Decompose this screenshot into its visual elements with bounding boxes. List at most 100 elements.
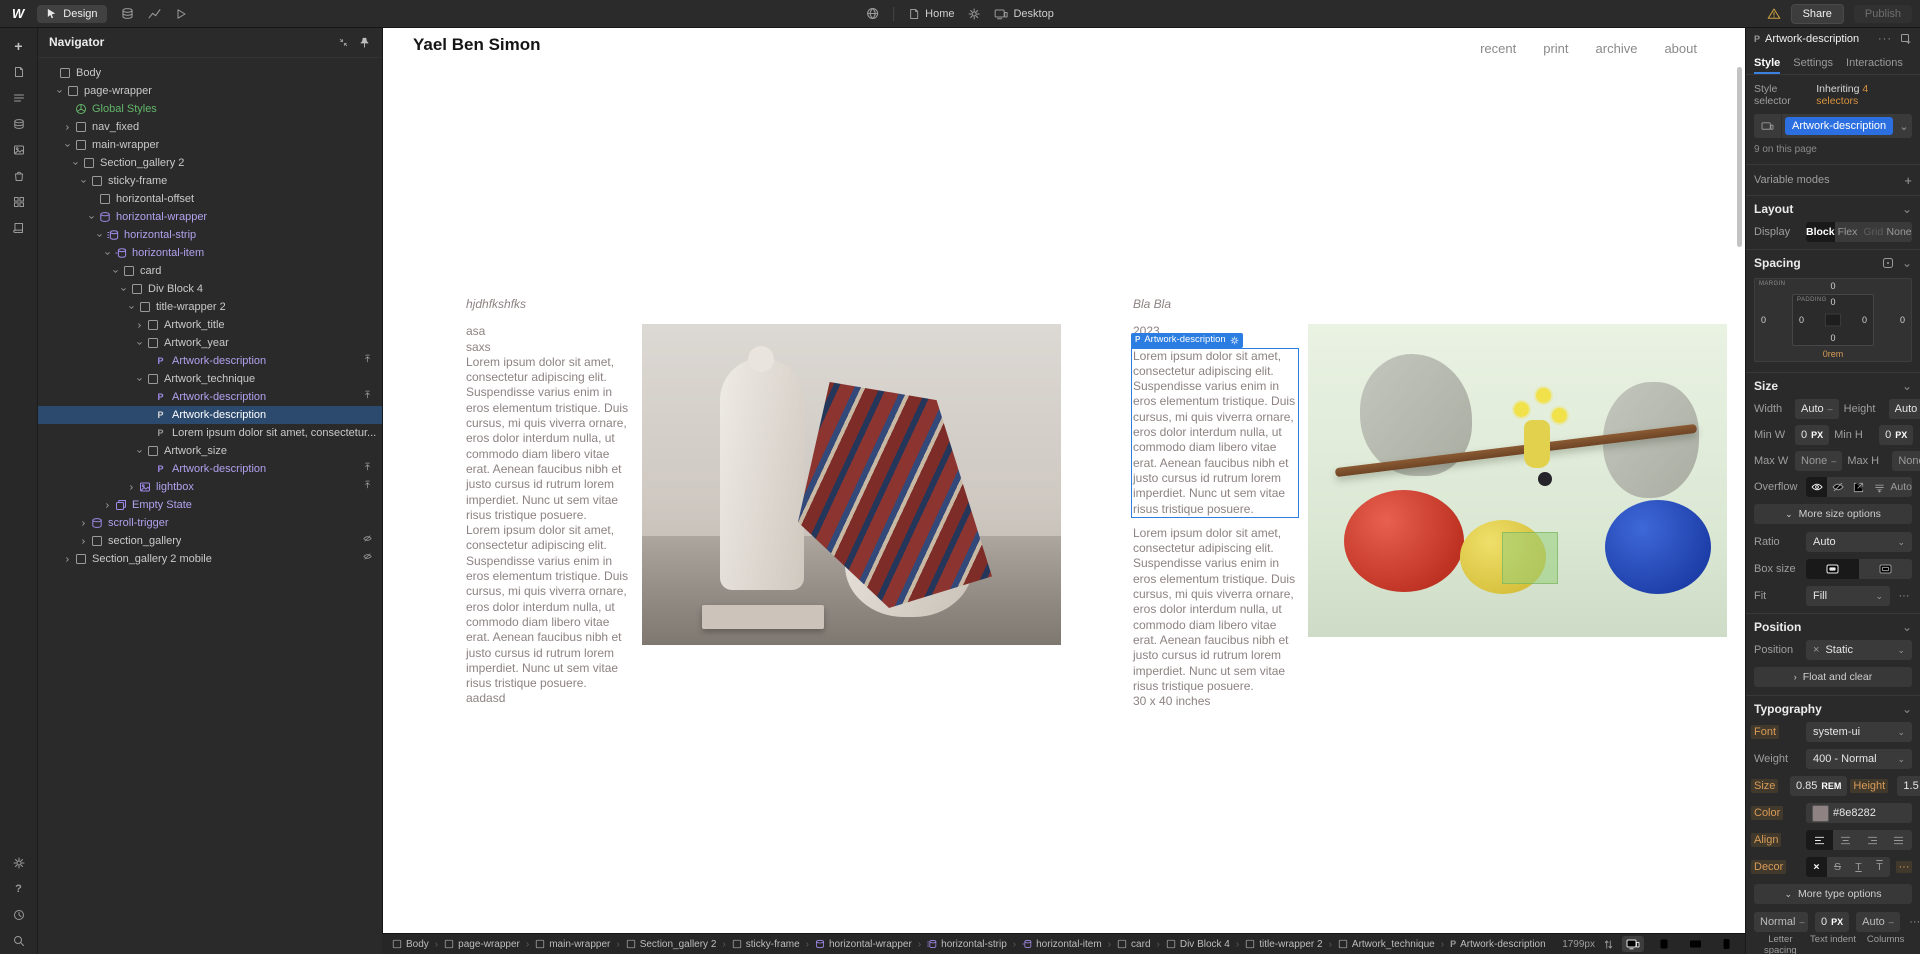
search-icon[interactable] xyxy=(6,928,32,954)
breakpoint-selector[interactable]: Desktop xyxy=(994,8,1054,20)
navigator-item-body[interactable]: Body xyxy=(37,64,382,82)
design-mode-button[interactable]: Design xyxy=(37,4,107,23)
min-width-input[interactable]: 0 PX xyxy=(1795,425,1830,445)
display-flex-option[interactable]: Flex xyxy=(1835,222,1861,242)
text-indent-input[interactable]: 0 PX xyxy=(1815,912,1850,932)
spacing-collapse-chevron-icon[interactable]: ⌄ xyxy=(1902,256,1912,270)
navigator-item-horizontal-strip[interactable]: horizontal-strip xyxy=(37,226,382,244)
class-pill[interactable]: Artwork-description xyxy=(1785,117,1893,135)
align-center-icon[interactable] xyxy=(1833,830,1860,850)
breadcrumb-item-horizontal-item[interactable]: horizontal-item xyxy=(1020,939,1104,950)
device-phone-button[interactable] xyxy=(1715,936,1737,952)
size-collapse-chevron-icon[interactable]: ⌄ xyxy=(1902,379,1912,393)
columns-more-button[interactable]: ··· xyxy=(1907,916,1920,928)
chevron-down-icon[interactable] xyxy=(125,304,137,311)
decoration-none-icon[interactable]: × xyxy=(1806,857,1827,877)
chevron-right-icon[interactable] xyxy=(61,124,73,131)
min-height-input[interactable]: 0 PX xyxy=(1879,425,1914,445)
breadcrumb-item-main-wrapper[interactable]: main-wrapper xyxy=(533,939,612,950)
letter-spacing-input[interactable]: Normal – xyxy=(1754,912,1808,932)
site-nav-link-about[interactable]: about xyxy=(1664,41,1697,56)
pages-icon[interactable] xyxy=(6,59,32,85)
fit-dropdown[interactable]: Fill ⌄ xyxy=(1806,586,1890,606)
site-nav-link-print[interactable]: print xyxy=(1543,41,1568,56)
breakpoint-indicator-icon[interactable] xyxy=(1754,114,1782,138)
padding-top-value[interactable]: 0 xyxy=(1830,297,1835,307)
inheriting-info[interactable]: Inheriting 4 selectors xyxy=(1816,83,1912,107)
chevron-down-icon[interactable] xyxy=(101,250,113,257)
breadcrumb-item-title-wrapper-2[interactable]: title-wrapper 2 xyxy=(1243,939,1324,950)
artwork-card-right[interactable]: Bla Bla 2023 P Artwork-description Lorem… xyxy=(1131,297,1299,709)
inherited-indicator-icon[interactable] xyxy=(363,462,372,471)
navigator-item-horizontal-item[interactable]: horizontal-item xyxy=(37,244,382,262)
navigator-item-artwork-description[interactable]: P Artwork-description xyxy=(37,352,382,370)
chevron-right-icon[interactable] xyxy=(77,520,89,527)
padding-bottom-value[interactable]: 0 xyxy=(1830,333,1835,343)
chevron-right-icon[interactable] xyxy=(133,322,145,329)
content-box-icon[interactable] xyxy=(1859,559,1912,579)
width-input[interactable]: Auto – xyxy=(1795,399,1839,419)
navigator-item-section-gallery[interactable]: section_gallery xyxy=(37,532,382,550)
breadcrumb-item-artwork-technique[interactable]: Artwork_technique xyxy=(1336,939,1437,950)
breadcrumb-item-horizontal-strip[interactable]: horizontal-strip xyxy=(925,939,1009,950)
chevron-down-icon[interactable] xyxy=(77,178,89,185)
decoration-more-button[interactable]: ··· xyxy=(1896,861,1912,873)
breadcrumb-item-sticky-frame[interactable]: sticky-frame xyxy=(730,939,802,950)
width-adjust-icon[interactable] xyxy=(1604,939,1613,950)
breadcrumb-item-artwork-description[interactable]: P Artwork-description xyxy=(1448,939,1548,950)
navigator-icon[interactable] xyxy=(6,85,32,111)
device-tablet-button[interactable] xyxy=(1653,936,1675,952)
chevron-right-icon[interactable] xyxy=(77,538,89,545)
settings-icon[interactable] xyxy=(6,850,32,876)
navigator-item-section-gallery-2[interactable]: Section_gallery 2 xyxy=(37,154,382,172)
strikethrough-icon[interactable]: S xyxy=(1827,857,1848,877)
color-swatch[interactable] xyxy=(1812,804,1829,822)
site-nav-link-recent[interactable]: recent xyxy=(1480,41,1516,56)
max-height-input[interactable]: None– xyxy=(1892,451,1920,471)
margin-bottom-value[interactable]: 0rem xyxy=(1823,349,1844,359)
overflow-auto-option[interactable]: Auto xyxy=(1890,477,1912,497)
chevron-down-icon[interactable] xyxy=(133,448,145,455)
add-variable-mode-button[interactable]: + xyxy=(1904,173,1912,188)
margin-right-value[interactable]: 0 xyxy=(1900,315,1905,325)
assets-icon[interactable] xyxy=(6,137,32,163)
navigator-item-artwork-size[interactable]: Artwork_size xyxy=(37,442,382,460)
overflow-scroll-icon[interactable] xyxy=(1848,477,1869,497)
chevron-down-icon[interactable] xyxy=(117,286,129,293)
inherited-indicator-icon[interactable] xyxy=(363,390,372,399)
chevron-down-icon[interactable] xyxy=(61,142,73,149)
underline-icon[interactable]: T xyxy=(1848,857,1869,877)
inherited-indicator-icon[interactable] xyxy=(363,480,372,489)
chevron-down-icon[interactable] xyxy=(85,214,97,221)
chevron-down-icon[interactable] xyxy=(53,88,65,95)
artwork-card-left[interactable]: hjdhfkshfks asa saxs Lorem ipsum dolor s… xyxy=(466,297,632,707)
navigator-item-card[interactable]: card xyxy=(37,262,382,280)
border-box-icon[interactable] xyxy=(1806,559,1859,579)
publish-button[interactable]: Publish xyxy=(1853,4,1912,23)
analytics-icon[interactable] xyxy=(148,7,161,20)
line-height-input[interactable]: 1.5– xyxy=(1897,776,1920,796)
margin-left-value[interactable]: 0 xyxy=(1761,315,1766,325)
navigator-item-sticky-frame[interactable]: sticky-frame xyxy=(37,172,382,190)
tab-settings[interactable]: Settings xyxy=(1793,57,1833,69)
more-size-options-button[interactable]: ⌄ More size options xyxy=(1754,504,1912,524)
breadcrumb-item-div-block-4[interactable]: Div Block 4 xyxy=(1164,939,1232,950)
height-input[interactable]: Auto– xyxy=(1888,399,1920,419)
chevron-down-icon[interactable] xyxy=(109,268,121,275)
navigator-item-title-wrapper-2[interactable]: title-wrapper 2 xyxy=(37,298,382,316)
chevron-down-icon[interactable] xyxy=(133,340,145,347)
navigator-item-horizontal-wrapper[interactable]: horizontal-wrapper xyxy=(37,208,382,226)
navigator-item-artwork-description[interactable]: P Artwork-description xyxy=(37,460,382,478)
navigator-item-section-gallery-2-mobile[interactable]: Section_gallery 2 mobile xyxy=(37,550,382,568)
warning-icon[interactable] xyxy=(1767,7,1781,20)
tab-interactions[interactable]: Interactions xyxy=(1846,57,1903,69)
page-selector[interactable]: Home xyxy=(908,8,954,20)
color-input[interactable]: #8e8282 xyxy=(1806,803,1912,823)
selected-element-badge[interactable]: P Artwork-description xyxy=(1131,332,1243,348)
navigator-item-div-block-4[interactable]: Div Block 4 xyxy=(37,280,382,298)
overflow-visible-eye-icon[interactable] xyxy=(1806,477,1828,497)
chevron-down-icon[interactable] xyxy=(69,160,81,167)
max-width-input[interactable]: None – xyxy=(1795,451,1843,471)
align-right-icon[interactable] xyxy=(1859,830,1886,850)
navigator-item-global-styles[interactable]: Global Styles xyxy=(37,100,382,118)
